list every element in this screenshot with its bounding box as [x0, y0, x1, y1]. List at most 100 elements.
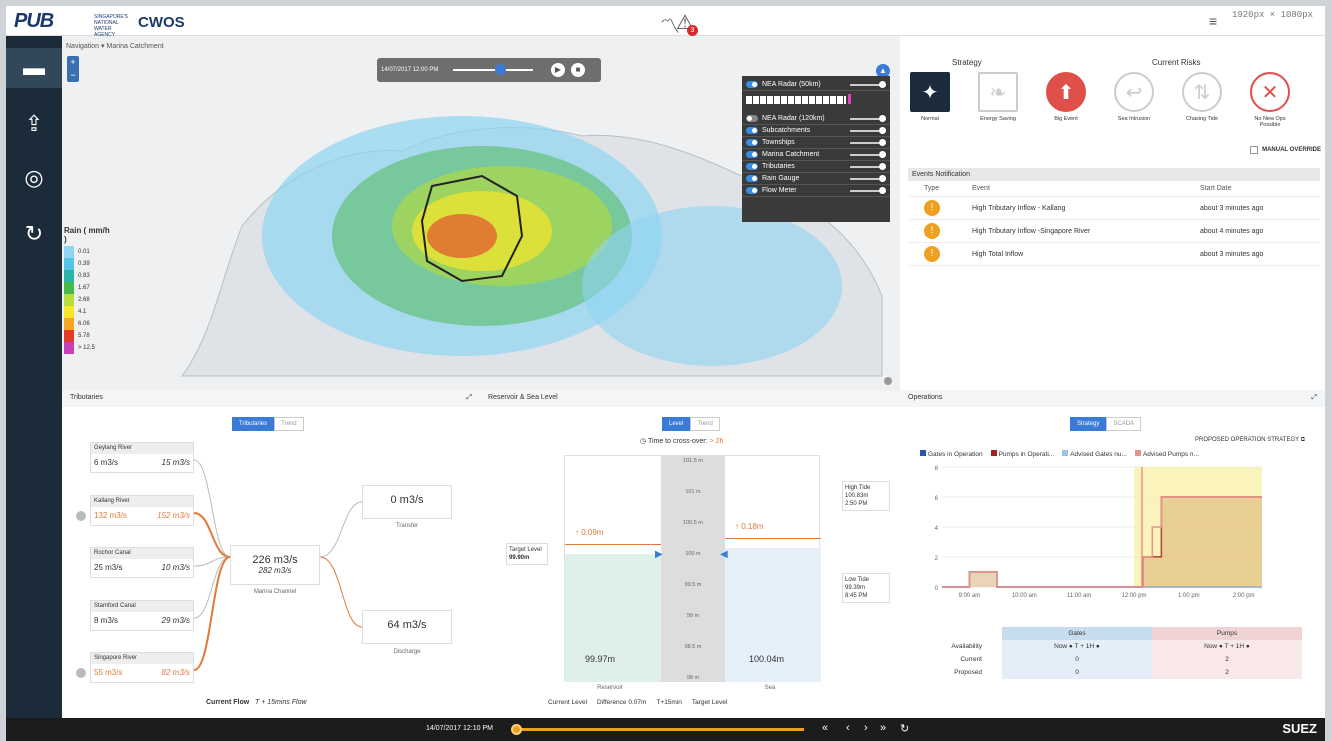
breadcrumb-nav[interactable]: Navigation [66, 43, 99, 50]
play-button[interactable]: ▶ [551, 63, 565, 77]
layer-tributaries[interactable]: Tributaries [742, 161, 890, 173]
legend-row: 4.1 [64, 306, 110, 318]
tab-trend[interactable]: Trend [690, 417, 720, 431]
radar-intensity-scale [742, 91, 890, 113]
forward-button[interactable]: » [880, 722, 886, 734]
reservoir-delta: ↑ 0.09m [575, 528, 604, 537]
tab-scada[interactable]: SCADA [1106, 417, 1142, 431]
tab-strategy[interactable]: Strategy [1070, 417, 1107, 431]
sidebar-item-upload[interactable]: ⇪ [6, 104, 62, 144]
opacity-slider[interactable] [850, 174, 886, 182]
tributary-box[interactable]: Rochor Canal 25 m3/s 10 m3/s [90, 547, 194, 578]
layer-toggle[interactable] [746, 139, 758, 146]
pub-logo: PUB [14, 10, 54, 32]
tributary-box[interactable]: Stamford Canal 8 m3/s 29 m3/s [90, 599, 194, 631]
layer-townships[interactable]: Townships [742, 137, 890, 149]
rain-gauge-icon[interactable] [76, 510, 86, 521]
discharge-value: 64 m3/s [387, 619, 427, 631]
event-row[interactable]: ! High Total Inflow about 3 minutes ago [908, 243, 1320, 266]
target-marker-icon: ▶ [655, 549, 663, 560]
scale-tick-label: 99.5 m [684, 582, 702, 588]
marina-channel-box[interactable]: 226 m3/s 282 m3/s [230, 545, 320, 585]
legend-row: 1.67 [64, 282, 110, 294]
expand-icon[interactable]: ⤢ [466, 394, 472, 402]
layer-toggle[interactable] [746, 151, 758, 158]
tributary-box[interactable]: Geylang River 6 m3/s 15 m3/s [90, 442, 194, 473]
breadcrumb-page: Marina Catchment [106, 43, 164, 50]
legend-swatch [64, 306, 74, 318]
next-button[interactable]: › [864, 722, 868, 734]
stop-button[interactable]: ■ [571, 63, 585, 77]
timeline-handle[interactable] [511, 724, 522, 735]
ops-table: Gates Pumps Availability Now ● T + 1H ● No… [912, 627, 1306, 679]
sidebar-item-dashboard[interactable]: ◎ [6, 158, 62, 198]
event-row[interactable]: ! High Tributary Inflow -Singapore River a… [908, 220, 1320, 243]
strategy-energy-saving[interactable]: ❧ Energy Saving [974, 72, 1022, 122]
layer-nea-50[interactable]: NEA Radar (50km) [742, 79, 890, 91]
layer-toggle[interactable] [746, 187, 758, 194]
risk-chasing-tide[interactable]: ⇅ Chasing Tide [1178, 72, 1226, 122]
layer-flow-meter[interactable]: Flow Meter [742, 185, 890, 197]
layer-toggle[interactable] [746, 163, 758, 170]
legend-swatch [64, 246, 74, 258]
layer-toggle[interactable] [746, 127, 758, 134]
zoom-in-button[interactable]: + [67, 56, 79, 69]
operations-tabs: Strategy SCADA [1070, 417, 1142, 431]
tributary-box[interactable]: Kallang River 132 m3/s 152 m3/s [90, 494, 194, 526]
sidebar-item-map[interactable]: ▬ [6, 48, 62, 88]
risk-sea-intrusion[interactable]: ↩ Sea Intrusion [1110, 72, 1158, 122]
layer-subcatchments[interactable]: Subcatchments [742, 125, 890, 137]
ops-legend-item[interactable]: Advised Gates nu... [1062, 450, 1127, 458]
opacity-slider[interactable] [850, 126, 886, 134]
playback-slider[interactable] [453, 69, 533, 71]
reset-button[interactable]: ↻ [900, 722, 909, 735]
expand-icon[interactable]: ⤢ [1311, 394, 1317, 402]
external-link-icon[interactable]: ⧉ [1301, 437, 1305, 443]
playback-slider-handle[interactable] [495, 64, 506, 75]
scale-tick-label: 100 m [685, 551, 701, 557]
opacity-slider[interactable] [850, 114, 886, 122]
ops-legend-item[interactable]: Advised Pumps n... [1134, 450, 1199, 458]
layer-marina-catchment[interactable]: Marina Catchment [742, 149, 890, 161]
opacity-slider[interactable] [850, 80, 886, 88]
ops-legend-item[interactable]: Pumps in Operati... [990, 450, 1054, 458]
strategy-normal[interactable]: ✦ Normal [906, 72, 954, 122]
legend-swatch [64, 270, 74, 282]
opacity-slider[interactable] [850, 138, 886, 146]
top-bar: PUB SINGAPORE'S NATIONAL WATER AGENCY CW… [6, 6, 1325, 38]
warning-icon: ! [924, 246, 940, 262]
sidebar-item-sync[interactable]: ↻ [6, 214, 62, 254]
event-row[interactable]: ! High Tributary Inflow - Kallang about 3 … [908, 197, 1320, 220]
app-name: CWOS [138, 14, 185, 31]
discharge-box[interactable]: 64 m3/s [362, 610, 452, 644]
layer-toggle[interactable] [746, 115, 758, 122]
database-icon[interactable]: ≡ [1209, 13, 1217, 29]
layer-toggle[interactable] [746, 175, 758, 182]
scale-tick-label: 100.5 m [683, 520, 703, 526]
layer-toggle[interactable] [746, 81, 758, 88]
rain-gauge-icon[interactable] [76, 668, 86, 678]
tab-level[interactable]: Level [662, 417, 691, 431]
rewind-button[interactable]: « [822, 722, 828, 734]
ops-legend-item[interactable]: Gates in Operation [920, 450, 983, 458]
rain-map[interactable]: Navigation ▾ Marina Catchment + − 14/07/… [62, 36, 900, 390]
low-tide-box: Low Tide 99.39m 8:45 PM [842, 573, 890, 603]
manual-override[interactable]: MANUAL OVERRIDE [1250, 146, 1321, 154]
y-tick-label: 8 [935, 466, 939, 472]
manual-override-checkbox[interactable] [1250, 146, 1259, 154]
risk-no-new-ops[interactable]: ✕ No New Ops Possible [1246, 72, 1294, 128]
prev-button[interactable]: ‹ [846, 722, 850, 734]
timeline-slider[interactable] [516, 728, 804, 731]
layer-rain-gauge[interactable]: Rain Gauge [742, 173, 890, 185]
ops-table-row: Current 0 2 [912, 653, 1306, 666]
tributary-box[interactable]: Singapore River 55 m3/s 82 m3/s [90, 652, 194, 683]
transfer-box[interactable]: 0 m3/s [362, 485, 452, 519]
opacity-slider[interactable] [850, 150, 886, 158]
layer-nea-120[interactable]: NEA Radar (120km) [742, 113, 890, 125]
opacity-slider[interactable] [850, 162, 886, 170]
opacity-slider[interactable] [850, 186, 886, 194]
zoom-out-button[interactable]: − [67, 69, 79, 82]
risk-big-event[interactable]: ⬆ Big Event [1042, 72, 1090, 122]
legend-row: 0.83 [64, 270, 110, 282]
resolution-label: 1920px × 1080px [1231, 10, 1313, 20]
